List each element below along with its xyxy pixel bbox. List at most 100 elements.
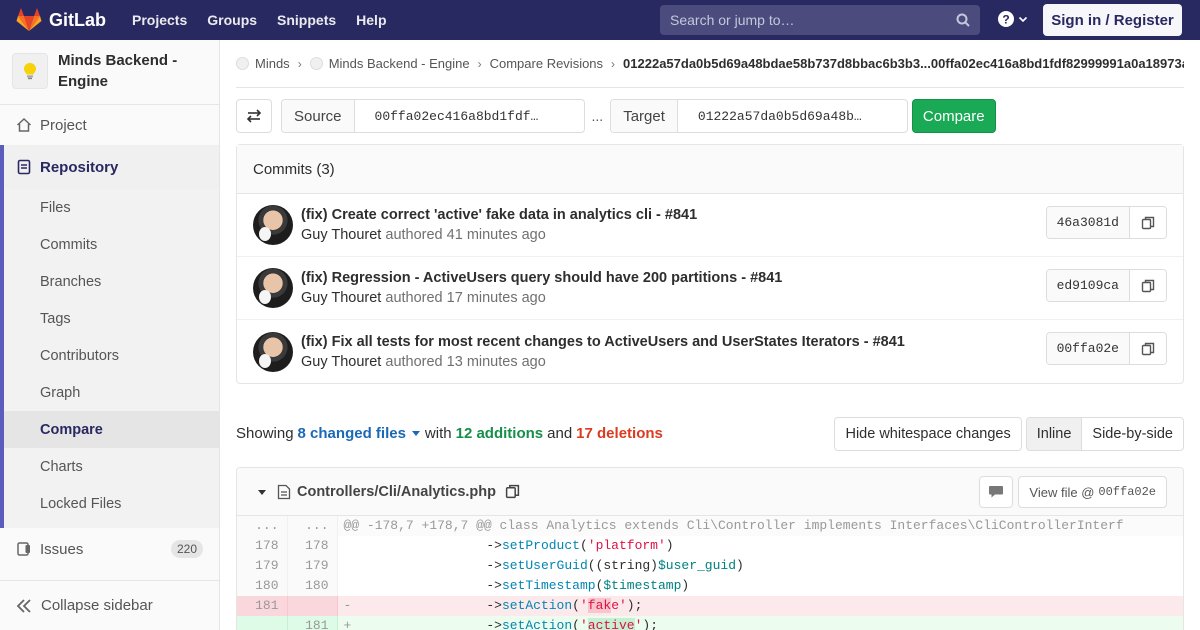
source-label: Source	[282, 100, 355, 132]
target-ref-value[interactable]: 01222a57da0b5d69a48b…	[678, 100, 907, 132]
old-line-number[interactable]: 178	[237, 536, 288, 556]
search-box[interactable]	[660, 5, 980, 35]
copy-sha-button[interactable]	[1130, 333, 1166, 364]
sidebar-item-locked-files[interactable]: Locked Files	[4, 485, 219, 522]
source-ref-value[interactable]: 00ffa02ec416a8bd1fdf…	[355, 100, 584, 132]
new-line-number[interactable]: 181	[287, 616, 338, 630]
breadcrumb-item-compare[interactable]: Compare Revisions	[490, 56, 603, 71]
hunk-header-text: @@ -178,7 +178,7 @@ class Analytics exte…	[337, 516, 1183, 536]
commit-sha[interactable]: 46a3081d	[1046, 207, 1130, 238]
old-line-number[interactable]: 181	[237, 596, 288, 616]
sidebar-project-header[interactable]: Minds Backend - Engine	[0, 40, 219, 105]
project-sidebar: Minds Backend - Engine Project Repositor…	[0, 40, 220, 630]
inline-view-button[interactable]: Inline	[1025, 417, 1083, 451]
copy-path-button[interactable]	[505, 484, 520, 499]
breadcrumb-label: Minds	[255, 56, 290, 71]
collapse-sidebar-button[interactable]: Collapse sidebar	[0, 580, 219, 630]
author-avatar[interactable]	[253, 205, 293, 245]
brand-name: GitLab	[49, 9, 106, 30]
breadcrumb-current[interactable]: 01222a57da0b5d69a48bdae58b737d8bbac6b3b3…	[623, 56, 1184, 71]
file-path[interactable]: Controllers/Cli/Analytics.php	[297, 484, 496, 500]
old-line-number[interactable]	[237, 616, 288, 630]
compare-form: Source 00ffa02ec416a8bd1fdf… ... Target …	[236, 99, 996, 133]
author-avatar[interactable]	[253, 268, 293, 308]
nav-projects[interactable]: Projects	[122, 0, 197, 40]
chevron-down-icon	[1018, 16, 1028, 23]
changed-files-dropdown[interactable]: 8 changed files	[298, 425, 421, 442]
breadcrumb: Minds › Minds Backend - Engine › Compare…	[236, 40, 1184, 88]
author-avatar[interactable]	[253, 331, 293, 372]
commit-title[interactable]: (fix) Fix all tests for most recent chan…	[301, 334, 905, 350]
commit-title[interactable]: (fix) Create correct 'active' fake data …	[301, 207, 697, 223]
chevron-down-icon[interactable]	[257, 487, 267, 497]
new-line-number[interactable]: 178	[287, 536, 338, 556]
diff-file: Controllers/Cli/Analytics.php View file …	[236, 467, 1184, 630]
nav-help[interactable]: Help	[346, 0, 396, 40]
breadcrumb-item-project[interactable]: Minds Backend - Engine	[309, 56, 470, 71]
lightbulb-icon	[24, 63, 36, 80]
sidebar-item-graph[interactable]: Graph	[4, 374, 219, 411]
additions-count: 12 additions	[455, 424, 544, 442]
nav-groups[interactable]: Groups	[197, 0, 267, 40]
sidebar-item-project[interactable]: Project	[0, 105, 219, 145]
diff-line-added: 181 + ->setAction('active');	[237, 616, 1183, 630]
commit-author[interactable]: Guy Thouret	[301, 227, 381, 243]
sidebar-item-issues[interactable]: Issues 220	[0, 528, 219, 570]
sidebar-item-label: Project	[40, 116, 87, 134]
commit-sha[interactable]: 00ffa02e	[1046, 333, 1130, 364]
signin-button[interactable]: Sign in / Register	[1043, 4, 1182, 36]
hide-whitespace-button[interactable]: Hide whitespace changes	[834, 417, 1022, 451]
sidebar-item-branches[interactable]: Branches	[4, 263, 219, 300]
double-chevron-left-icon	[16, 598, 32, 613]
toggle-comments-button[interactable]	[979, 476, 1013, 508]
commit-author[interactable]: Guy Thouret	[301, 290, 381, 306]
new-line-number: ...	[287, 516, 338, 536]
sidebar-item-charts[interactable]: Charts	[4, 448, 219, 485]
commit-row: (fix) Regression - ActiveUsers query sho…	[237, 257, 1183, 320]
project-avatar	[12, 53, 48, 89]
source-ref-selector[interactable]: Source 00ffa02ec416a8bd1fdf…	[281, 99, 585, 133]
commit-author[interactable]: Guy Thouret	[301, 354, 381, 370]
and-label: and	[547, 424, 573, 442]
compare-button[interactable]: Compare	[911, 99, 996, 133]
view-file-button[interactable]: View file @ 00ffa02e	[1018, 476, 1167, 508]
sidebar-item-compare[interactable]: Compare	[4, 411, 219, 448]
group-avatar-icon	[236, 57, 249, 70]
caret-down-icon	[411, 431, 420, 436]
view-file-sha: 00ffa02e	[1098, 485, 1156, 499]
line-code: ->setTimestamp($timestamp)	[361, 578, 690, 593]
sidebar-item-files[interactable]: Files	[4, 189, 219, 226]
issues-count-badge: 220	[170, 540, 203, 558]
new-line-number[interactable]: 180	[287, 576, 338, 596]
diff-line-context: 179 179 ->setUserGuid((string)$user_guid…	[237, 556, 1183, 576]
commit-authored-label: authored	[385, 290, 443, 306]
sidebar-item-commits[interactable]: Commits	[4, 226, 219, 263]
side-by-side-view-button[interactable]: Side-by-side	[1082, 417, 1184, 451]
new-line-number[interactable]: 179	[287, 556, 338, 576]
swap-revisions-button[interactable]	[236, 99, 272, 133]
gitlab-logo[interactable]: GitLab	[16, 0, 106, 40]
search-input[interactable]	[670, 12, 956, 28]
nav-snippets[interactable]: Snippets	[267, 0, 346, 40]
commit-time: 17 minutes ago	[446, 290, 546, 306]
search-icon	[956, 13, 970, 27]
copy-sha-button[interactable]	[1130, 270, 1166, 301]
new-line-number[interactable]	[287, 596, 338, 616]
chevron-right-icon: ›	[611, 56, 616, 71]
sidebar-item-label: Issues	[40, 540, 84, 558]
old-line-number[interactable]: 179	[237, 556, 288, 576]
target-ref-selector[interactable]: Target 01222a57da0b5d69a48b…	[610, 99, 908, 133]
sidebar-item-tags[interactable]: Tags	[4, 300, 219, 337]
line-code: ->setUserGuid((string)$user_guid)	[361, 558, 744, 573]
breadcrumb-item-minds[interactable]: Minds	[236, 56, 290, 71]
sidebar-item-contributors[interactable]: Contributors	[4, 337, 219, 374]
commit-authored-label: authored	[385, 227, 443, 243]
commit-sha[interactable]: ed9109ca	[1046, 270, 1130, 301]
copy-icon	[1141, 279, 1155, 292]
old-line-number[interactable]: 180	[237, 576, 288, 596]
sidebar-item-repository[interactable]: Repository	[4, 145, 219, 189]
commit-title[interactable]: (fix) Regression - ActiveUsers query sho…	[301, 270, 782, 286]
changed-files-label: 8 changed files	[297, 424, 406, 442]
copy-sha-button[interactable]	[1130, 207, 1166, 238]
help-dropdown[interactable]: ?	[998, 11, 1028, 27]
